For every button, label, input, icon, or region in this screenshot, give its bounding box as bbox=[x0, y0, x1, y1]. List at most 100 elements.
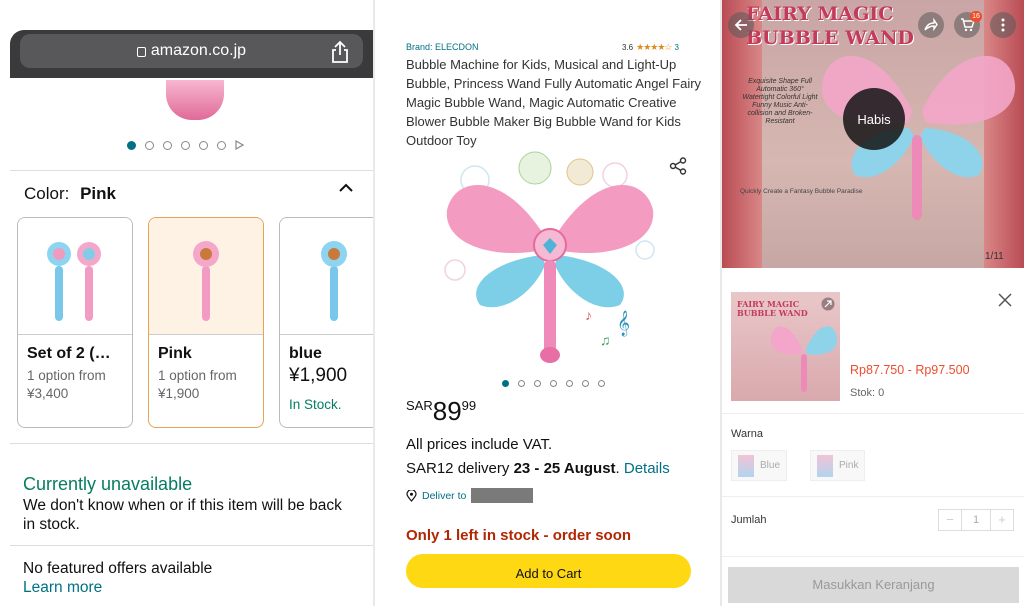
quantity-label: Jumlah bbox=[731, 514, 767, 526]
svg-text:♪: ♪ bbox=[585, 307, 592, 323]
quantity-value[interactable]: 1 bbox=[961, 510, 991, 530]
carousel-dot[interactable] bbox=[566, 380, 573, 387]
browser-url-bar[interactable]: amazon.co.jp bbox=[10, 30, 373, 78]
share-arrow-icon bbox=[924, 18, 938, 32]
share-icon[interactable] bbox=[330, 40, 350, 64]
image-carousel-dots[interactable] bbox=[127, 140, 244, 150]
carousel-dot[interactable] bbox=[163, 140, 172, 150]
url-field[interactable]: amazon.co.jp bbox=[20, 34, 363, 68]
product-image-partial bbox=[166, 80, 224, 120]
url-text: amazon.co.jp bbox=[150, 42, 247, 59]
more-options-button[interactable] bbox=[990, 12, 1016, 38]
close-icon[interactable] bbox=[998, 293, 1012, 307]
delivery-dates: 23 - 25 August bbox=[513, 460, 616, 477]
stock-warning: Only 1 left in stock - order soon bbox=[406, 527, 632, 544]
option-title: Set of 2 (… bbox=[27, 345, 111, 362]
thumbnail-wand bbox=[770, 326, 838, 392]
option-title: Pink bbox=[158, 345, 192, 362]
carousel-dot[interactable] bbox=[582, 380, 589, 387]
carousel-dot[interactable] bbox=[199, 140, 208, 150]
variant-thumb bbox=[738, 454, 754, 477]
divider bbox=[722, 556, 1024, 557]
more-vertical-icon bbox=[1001, 18, 1005, 32]
carousel-dot[interactable] bbox=[181, 140, 190, 150]
option-price: ¥3,400 bbox=[27, 386, 69, 401]
carousel-dot[interactable] bbox=[217, 140, 226, 150]
location-pin-icon bbox=[406, 489, 417, 502]
learn-more-link[interactable]: Learn more bbox=[23, 579, 102, 597]
expand-icon[interactable] bbox=[821, 297, 835, 311]
variant-thumbnail[interactable]: FAIRY MAGIC BUBBLE WAND bbox=[731, 292, 840, 401]
svg-text:𝄞: 𝄞 bbox=[617, 310, 630, 336]
decrement-button[interactable]: − bbox=[939, 510, 961, 530]
product-banner-image[interactable]: FAIRY MAGIC BUBBLE WAND Exquisite Shape F… bbox=[722, 0, 1024, 268]
delivery-info: SAR12 delivery 23 - 25 August. Details bbox=[406, 460, 670, 477]
color-option-pink[interactable]: Pink 1 option from ¥1,900 bbox=[148, 217, 264, 428]
option-subtitle: 1 option from bbox=[27, 368, 106, 383]
marketplace-variant-panel: FAIRY MAGIC BUBBLE WAND Exquisite Shape F… bbox=[722, 0, 1024, 606]
sold-out-badge: Habis bbox=[843, 88, 905, 150]
divider bbox=[10, 443, 373, 444]
svg-text:♫: ♫ bbox=[600, 332, 611, 348]
image-carousel-dots[interactable] bbox=[502, 380, 605, 387]
carousel-dot[interactable] bbox=[518, 380, 525, 387]
image-counter: 1/11 bbox=[985, 251, 1004, 262]
bubble-wand-blue-image bbox=[321, 241, 347, 321]
color-selector-label: Color: Pink bbox=[24, 184, 116, 204]
share-icon[interactable] bbox=[669, 157, 687, 175]
divider bbox=[722, 496, 1024, 497]
carousel-dot[interactable] bbox=[145, 140, 154, 150]
variant-option-blue[interactable]: Blue bbox=[731, 450, 788, 481]
variant-bottom-sheet: FAIRY MAGIC BUBBLE WAND Rp87.750 - Rp97.5… bbox=[722, 283, 1024, 606]
option-image bbox=[18, 218, 132, 335]
banner-tagline: Quickly Create a Fantasy Bubble Paradise bbox=[740, 188, 863, 195]
delivery-price: SAR12 delivery bbox=[406, 460, 514, 477]
redacted-address bbox=[471, 488, 534, 503]
price-currency: SAR bbox=[406, 398, 433, 413]
color-value: Pink bbox=[80, 184, 116, 203]
divider bbox=[722, 413, 1024, 414]
variant-option-pink[interactable]: Pink bbox=[810, 450, 866, 481]
deliver-to-location[interactable]: Deliver to bbox=[406, 488, 534, 503]
share-button[interactable] bbox=[918, 12, 944, 38]
variant-label: Blue bbox=[760, 460, 781, 471]
carousel-dot[interactable] bbox=[127, 140, 136, 150]
add-to-cart-button[interactable]: Masukkan Keranjang bbox=[728, 567, 1019, 603]
amazon-jp-panel: amazon.co.jp Color: Pink Set of 2 (… 1 o… bbox=[0, 0, 373, 606]
carousel-dot[interactable] bbox=[550, 380, 557, 387]
option-image bbox=[149, 218, 263, 335]
play-icon[interactable] bbox=[235, 140, 244, 150]
option-price: ¥1,900 bbox=[158, 386, 200, 401]
option-title: blue bbox=[289, 345, 322, 362]
option-stock: In Stock. bbox=[289, 397, 342, 412]
banner-title-line: FAIRY MAGIC bbox=[746, 3, 894, 25]
color-option-blue[interactable]: blue ¥1,900 In Stock. bbox=[279, 217, 373, 428]
lock-icon bbox=[136, 47, 146, 57]
delivery-separator: . bbox=[615, 460, 624, 477]
product-title: Bubble Machine for Kids, Musical and Lig… bbox=[406, 57, 702, 148]
rating-count[interactable]: 3 bbox=[674, 43, 678, 52]
variant-label: Pink bbox=[839, 460, 859, 471]
star-rating-icon: ★★★★☆ bbox=[636, 42, 672, 52]
product-image[interactable]: 𝄞 ♪ ♫ bbox=[435, 150, 665, 375]
bubble-wand-pink-image bbox=[193, 241, 219, 321]
rating-summary[interactable]: 3.6 ★★★★☆ 3 bbox=[622, 42, 679, 53]
deliver-to-label: Deliver to bbox=[422, 489, 467, 502]
price-fraction: 99 bbox=[461, 398, 477, 413]
back-button[interactable] bbox=[728, 12, 754, 38]
quantity-stepper[interactable]: − 1 + bbox=[938, 509, 1014, 531]
price-range: Rp87.750 - Rp97.500 bbox=[850, 363, 970, 377]
option-image bbox=[280, 218, 373, 335]
carousel-dot[interactable] bbox=[534, 380, 541, 387]
add-to-cart-button[interactable]: Add to Cart bbox=[406, 554, 691, 588]
increment-button[interactable]: + bbox=[991, 510, 1013, 530]
rating-value: 3.6 bbox=[622, 43, 634, 52]
carousel-dot[interactable] bbox=[502, 380, 509, 387]
carousel-dot[interactable] bbox=[598, 380, 605, 387]
delivery-details-link[interactable]: Details bbox=[624, 460, 670, 477]
amazon-product-panel: Brand: ELECDON 3.6 ★★★★☆ 3 Bubble Machin… bbox=[375, 0, 720, 606]
color-option-set-of-2[interactable]: Set of 2 (… 1 option from ¥3,400 bbox=[17, 217, 133, 428]
chevron-up-icon[interactable] bbox=[338, 182, 354, 194]
brand-link[interactable]: Brand: ELECDON bbox=[406, 42, 479, 52]
price: SAR8999 bbox=[406, 396, 476, 427]
